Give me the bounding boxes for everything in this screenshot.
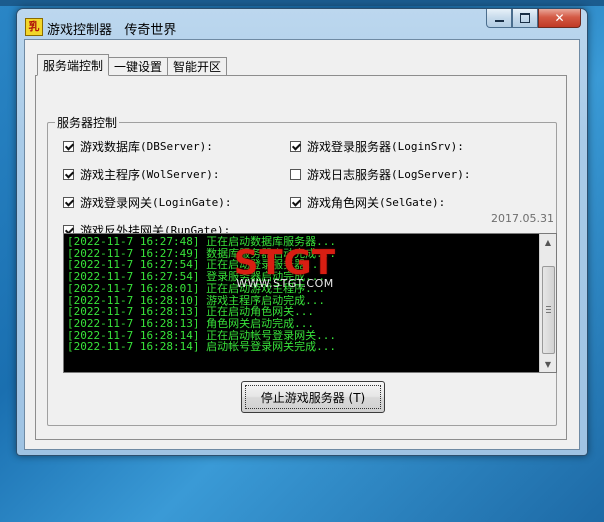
log-line: [2022-11-7 16:28:10] 游戏主程序启动完成... (67, 294, 325, 307)
checkbox-dbserver[interactable]: 游戏数据库 (DBServer): (63, 138, 213, 155)
log-line: [2022-11-7 16:28:13] 角色网关启动完成... (67, 317, 314, 330)
checkbox-label: 游戏日志服务器 (307, 168, 392, 182)
checkbox-logingate[interactable]: 游戏登录网关 (LoginGate): (63, 194, 232, 211)
client-area: 服务端控制 一键设置 智能开区 服务器控制 游戏数据库 (DBServer): 游… (24, 39, 580, 450)
checkbox-label: 游戏数据库 (80, 140, 141, 154)
log-line: [2022-11-7 16:27:54] 正在启动登录服务器... (67, 259, 325, 272)
checkbox-label: 游戏角色网关 (307, 196, 380, 210)
log-line: [2022-11-7 16:27:49] 数据库服务器启动完成... (67, 247, 336, 260)
desktop-top-strip (0, 0, 604, 6)
checkbox-label: 游戏登录服务器 (307, 140, 392, 154)
log-lines: [2022-11-7 16:27:48] 正在启动数据库服务器... [2022… (67, 236, 538, 353)
stop-game-server-button[interactable]: 停止游戏服务器 (T) (241, 381, 385, 413)
tab-smart-open-server[interactable]: 智能开区 (167, 57, 228, 76)
checkbox-logserver[interactable]: 游戏日志服务器 (LogServer): (290, 166, 471, 183)
checkbox-code: (LoginGate): (152, 196, 232, 209)
title-bar[interactable]: 乳 游戏控制器 传奇世界 ✕ (17, 9, 587, 39)
log-scrollbar[interactable]: ▲ ▼ (539, 234, 556, 372)
log-line: [2022-11-7 16:27:48] 正在启动数据库服务器... (67, 236, 336, 248)
checkbox-code: (DBServer): (140, 140, 213, 153)
minimize-button[interactable] (486, 9, 512, 28)
log-line: [2022-11-7 16:28:01] 正在启动游戏主程序... (67, 282, 325, 295)
game-controller-window: 乳 游戏控制器 传奇世界 ✕ 服务端控制 一键设置 智能开区 服务器控制 游戏数… (16, 8, 588, 456)
maximize-button[interactable] (512, 9, 538, 28)
tab-strip: 服务端控制 一键设置 智能开区 (37, 54, 228, 76)
tab-one-click-setup[interactable]: 一键设置 (108, 57, 169, 76)
log-line: [2022-11-7 16:28:14] 启动帐号登录网关完成... (67, 341, 336, 354)
checkbox-wolserver[interactable]: 游戏主程序 (WolServer): (63, 166, 220, 183)
grip-line (546, 306, 551, 307)
checkbox-selgate[interactable]: 游戏角色网关 (SelGate): (290, 194, 445, 211)
checkbox-code: (LogServer): (391, 168, 471, 181)
close-icon: ✕ (554, 11, 565, 25)
window-title: 游戏控制器 传奇世界 (47, 23, 177, 38)
log-line: [2022-11-7 16:28:14] 正在启动帐号登录网关... (67, 329, 336, 342)
version-date: 2017.05.31 (491, 212, 554, 225)
log-line: [2022-11-7 16:27:54] 登录服务器启动完成... (67, 271, 325, 283)
checkbox-code: (SelGate): (379, 196, 446, 209)
checkbox-dbserver-box[interactable] (63, 141, 74, 152)
minimize-icon (494, 19, 504, 22)
checkbox-code: (LoginSrv): (391, 140, 464, 153)
app-icon[interactable]: 乳 (25, 18, 43, 36)
checkbox-wolserver-box[interactable] (63, 169, 74, 180)
checkbox-logserver-box[interactable] (290, 169, 301, 180)
log-line: [2022-11-7 16:28:13] 正在启动角色网关... (67, 306, 314, 318)
checkbox-code: (WolServer): (140, 168, 220, 181)
checkbox-loginsrv[interactable]: 游戏登录服务器 (LoginSrv): (290, 138, 464, 155)
scroll-down-arrow-icon[interactable]: ▼ (540, 356, 556, 372)
scroll-thumb[interactable] (542, 266, 555, 354)
grip-line (546, 309, 551, 310)
checkbox-loginsrv-box[interactable] (290, 141, 301, 152)
checkbox-label: 游戏主程序 (80, 168, 141, 182)
maximize-icon (520, 13, 530, 23)
tab-server-control[interactable]: 服务端控制 (37, 54, 110, 76)
group-title: 服务器控制 (55, 114, 120, 131)
checkbox-logingate-box[interactable] (63, 197, 74, 208)
caption-buttons: ✕ (486, 9, 581, 28)
close-button[interactable]: ✕ (538, 9, 581, 28)
scroll-up-arrow-icon[interactable]: ▲ (540, 234, 556, 250)
checkbox-label: 游戏登录网关 (80, 196, 153, 210)
checkbox-selgate-box[interactable] (290, 197, 301, 208)
stop-button-label: 停止游戏服务器 (T) (245, 385, 381, 409)
grip-line (546, 312, 551, 313)
log-output[interactable]: [2022-11-7 16:27:48] 正在启动数据库服务器... [2022… (63, 233, 557, 373)
